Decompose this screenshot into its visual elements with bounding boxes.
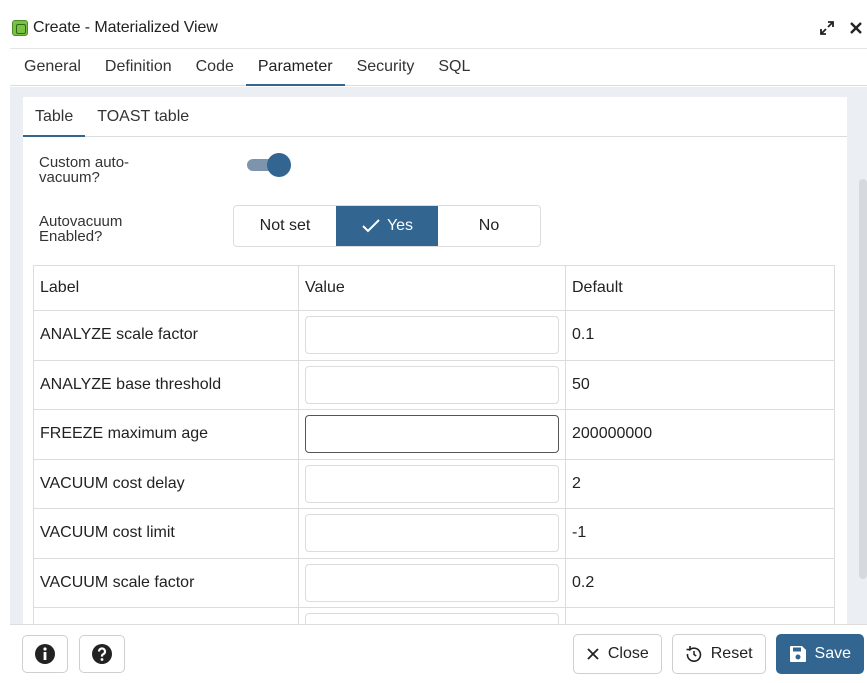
row-label: FREEZE maximum age xyxy=(34,410,299,459)
row-label: VACUUM scale factor xyxy=(34,558,299,607)
table-row: VACUUM scale factor 0.2 xyxy=(34,558,834,608)
autovacuum-enabled-selector: Not set Yes No xyxy=(233,205,541,247)
table-row: VACUUM cost limit -1 xyxy=(34,509,834,559)
custom-autovacuum-toggle[interactable] xyxy=(247,153,291,177)
dialog-title: Create - Materialized View xyxy=(33,19,218,36)
row-label: VACUUM cost limit xyxy=(34,509,299,558)
row-default: 0.2 xyxy=(572,573,595,591)
table-row: VACUUM cost delay 2 xyxy=(34,459,834,509)
reset-icon xyxy=(686,646,701,662)
row-default: 50 xyxy=(566,608,834,624)
custom-autovacuum-label: Custom auto-vacuum? xyxy=(39,154,130,186)
check-icon xyxy=(362,219,380,233)
option-no[interactable]: No xyxy=(438,206,540,246)
row-label: ANALYZE scale factor xyxy=(34,311,299,360)
grid-header: Label Value Default xyxy=(34,266,834,311)
option-yes-label: Yes xyxy=(386,217,414,234)
dialog-tabs: General Definition Code Parameter Securi… xyxy=(10,48,867,86)
table-row: VACUUM base threshold 50 xyxy=(34,608,834,624)
autovacuum-enabled-label: Autovacuum Enabled? xyxy=(39,213,123,245)
tab-code[interactable]: Code xyxy=(184,48,246,86)
close-button[interactable]: Close xyxy=(572,634,662,674)
help-button[interactable] xyxy=(79,635,125,673)
info-icon xyxy=(35,644,55,664)
dialog-body: Table TOAST table Custom auto-vacuum? Au… xyxy=(10,87,867,624)
expand-icon[interactable] xyxy=(819,20,835,36)
save-icon xyxy=(789,646,806,662)
value-input[interactable] xyxy=(305,316,559,355)
close-button-label: Close xyxy=(607,645,649,662)
tab-security[interactable]: Security xyxy=(345,48,427,86)
header-value: Value xyxy=(299,266,566,310)
table-row: ANALYZE base threshold 50 xyxy=(34,360,834,410)
materialized-view-icon xyxy=(12,20,28,36)
row-default: -1 xyxy=(572,524,587,542)
header-default: Default xyxy=(572,279,623,296)
subtab-table[interactable]: Table xyxy=(23,97,86,137)
reset-button-label: Reset xyxy=(710,645,753,662)
option-yes[interactable]: Yes xyxy=(336,206,438,246)
x-icon xyxy=(587,648,599,660)
row-default: 2 xyxy=(572,474,581,492)
row-default: 200000000 xyxy=(572,425,653,443)
table-row: ANALYZE scale factor 0.1 xyxy=(34,311,834,361)
row-label: ANALYZE base threshold xyxy=(34,360,299,409)
value-input[interactable] xyxy=(305,415,559,454)
parameter-panel: Table TOAST table Custom auto-vacuum? Au… xyxy=(23,97,847,624)
tab-definition[interactable]: Definition xyxy=(93,48,184,86)
dialog-titlebar: Create - Materialized View xyxy=(10,10,867,46)
header-label: Label xyxy=(34,266,299,310)
value-input[interactable] xyxy=(305,514,559,553)
option-no-label: No xyxy=(478,217,500,234)
dialog-footer: Close Reset Save xyxy=(10,624,867,683)
parameter-grid: Label Value Default ANALYZE scale factor… xyxy=(33,265,835,624)
vertical-scrollbar[interactable] xyxy=(859,179,867,579)
value-input[interactable] xyxy=(305,563,559,602)
info-button[interactable] xyxy=(22,635,68,673)
parameter-subtabs: Table TOAST table xyxy=(23,97,847,137)
save-button[interactable]: Save xyxy=(775,634,864,674)
table-row: FREEZE maximum age 200000000 xyxy=(34,410,834,460)
close-icon[interactable] xyxy=(849,21,863,35)
tab-parameter[interactable]: Parameter xyxy=(245,48,345,86)
tab-sql[interactable]: SQL xyxy=(426,48,482,86)
toggle-thumb xyxy=(267,153,291,177)
row-label: VACUUM cost delay xyxy=(34,459,299,508)
value-input[interactable] xyxy=(305,613,559,624)
option-not-set-label: Not set xyxy=(259,217,311,234)
help-icon xyxy=(92,644,112,664)
row-default: 50 xyxy=(572,375,590,393)
row-default: 0.1 xyxy=(572,326,595,344)
option-not-set[interactable]: Not set xyxy=(234,206,336,246)
reset-button[interactable]: Reset xyxy=(671,634,766,674)
row-label: VACUUM base threshold xyxy=(34,608,299,624)
subtab-toast-table[interactable]: TOAST table xyxy=(85,97,201,137)
tab-general[interactable]: General xyxy=(10,48,93,86)
save-button-label: Save xyxy=(814,645,851,662)
value-input[interactable] xyxy=(305,464,559,503)
value-input[interactable] xyxy=(305,365,559,404)
